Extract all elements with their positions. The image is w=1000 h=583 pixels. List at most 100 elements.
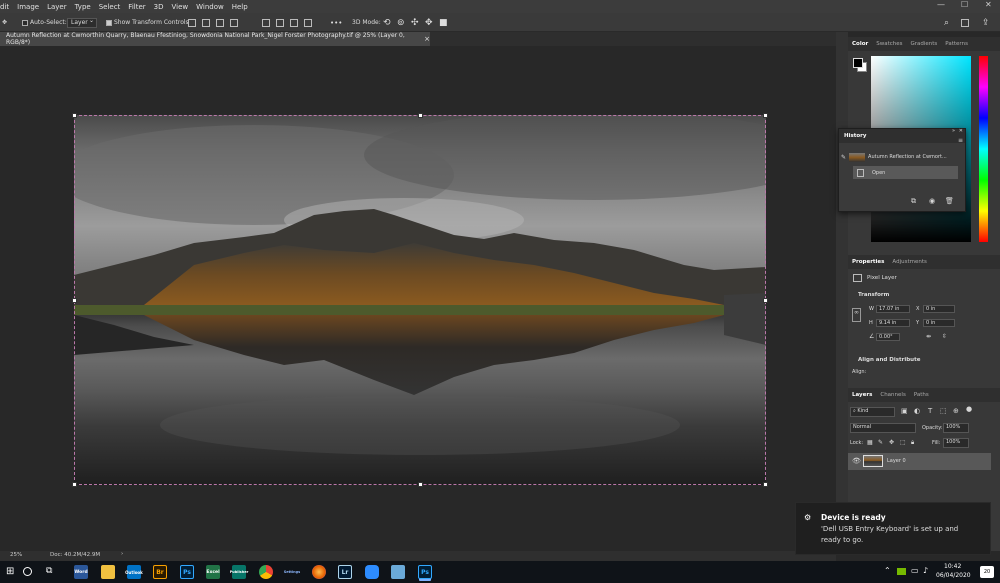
width-field[interactable]: 17.07 in xyxy=(876,305,910,313)
x-field[interactable]: 0 in xyxy=(923,305,955,313)
y-field[interactable]: 0 in xyxy=(923,319,955,327)
menu-image[interactable]: Image xyxy=(13,3,43,11)
tray-app-icon[interactable] xyxy=(897,568,906,575)
lightroom-icon[interactable]: Lr xyxy=(338,565,352,579)
menu-type[interactable]: Type xyxy=(71,3,95,11)
outlook-icon[interactable]: Outlook xyxy=(125,565,143,579)
minimize-icon[interactable]: — xyxy=(933,0,949,9)
document-tab-close-icon[interactable]: × xyxy=(424,35,430,43)
zoom-level[interactable]: 25% xyxy=(10,552,22,558)
bridge-icon[interactable]: Br xyxy=(153,565,167,579)
hue-slider[interactable] xyxy=(979,56,988,242)
distribute-4-icon[interactable] xyxy=(304,17,312,28)
tray-chevron-icon[interactable]: ⌃ xyxy=(884,566,891,575)
tab-layers[interactable]: Layers xyxy=(848,392,876,398)
tab-patterns[interactable]: Patterns xyxy=(941,41,972,47)
3d-camera-icon[interactable]: ■ xyxy=(439,17,448,28)
tab-adjustments[interactable]: Adjustments xyxy=(888,259,930,265)
file-explorer-icon[interactable] xyxy=(101,565,115,579)
excel-icon[interactable]: Excel xyxy=(206,565,220,579)
3d-roll-icon[interactable]: ⊚ xyxy=(397,17,405,28)
tab-channels[interactable]: Channels xyxy=(876,392,909,398)
maximize-icon[interactable]: ☐ xyxy=(957,0,972,9)
cortana-search-icon[interactable] xyxy=(23,567,32,576)
history-menu-icon[interactable]: ≡ xyxy=(958,137,963,144)
angle-field[interactable]: 0.00° xyxy=(876,333,900,341)
publisher-icon[interactable]: Publisher xyxy=(230,565,248,579)
menu-edit[interactable]: dit xyxy=(0,3,13,11)
status-arrow-icon[interactable]: › xyxy=(121,551,123,557)
distribute-icon[interactable] xyxy=(262,17,270,28)
visibility-eye-icon[interactable]: 👁︎ xyxy=(852,457,861,465)
tab-color[interactable]: Color xyxy=(848,41,872,47)
3d-pan-icon[interactable]: ✣ xyxy=(411,17,419,28)
notifications-icon[interactable]: 20 xyxy=(980,566,994,578)
transform-controls-toggle[interactable]: Show Transform Controls xyxy=(106,17,189,28)
lock-transparent-icon[interactable]: ▦ xyxy=(867,439,873,446)
filter-toggle-icon[interactable]: ● xyxy=(966,405,972,413)
lock-artboard-icon[interactable]: ⬚ xyxy=(900,439,906,446)
history-snapshot-camera-icon[interactable]: ◉ xyxy=(929,197,935,205)
align-left-icon[interactable] xyxy=(188,17,196,28)
share-icon[interactable]: ⇪ xyxy=(982,17,990,28)
chrome-icon[interactable] xyxy=(259,565,273,579)
transform-handle-tc[interactable] xyxy=(418,113,423,118)
history-snapshot[interactable]: ✎ Autumn Reflection at Cwmort... xyxy=(841,151,961,163)
close-icon[interactable]: ✕ xyxy=(981,0,996,9)
foreground-color-swatch[interactable] xyxy=(853,58,863,68)
menu-window[interactable]: Window xyxy=(192,3,228,11)
align-right-icon[interactable] xyxy=(216,17,224,28)
align-distribute-title[interactable]: Align and Distribute xyxy=(858,357,920,363)
device-ready-notification[interactable]: ⚙ Device is ready 'Dell USB Entry Keyboa… xyxy=(795,502,991,555)
transform-handle-mr[interactable] xyxy=(763,298,768,303)
filter-type-icon[interactable]: T xyxy=(928,407,932,415)
menu-layer[interactable]: Layer xyxy=(43,3,71,11)
transform-handle-bl[interactable] xyxy=(72,482,77,487)
distribute-2-icon[interactable] xyxy=(276,17,284,28)
clock-time[interactable]: 10:42 xyxy=(944,563,961,570)
lock-move-icon[interactable]: ✥ xyxy=(889,439,894,446)
fill-field[interactable]: 100% xyxy=(943,438,969,448)
zoom-icon[interactable] xyxy=(365,565,379,579)
photoshop-icon[interactable]: Ps xyxy=(180,565,194,579)
filter-smart-icon[interactable]: ⊕ xyxy=(953,407,959,415)
filter-shape-icon[interactable]: ⬚ xyxy=(940,407,947,415)
3d-slide-icon[interactable]: ✥ xyxy=(425,17,433,28)
transform-section-title[interactable]: Transform xyxy=(858,292,889,298)
3d-orbit-icon[interactable]: ⟲ xyxy=(383,17,391,28)
transform-handle-br[interactable] xyxy=(763,482,768,487)
network-icon[interactable]: ▭ xyxy=(911,566,919,575)
transform-controls-checkbox[interactable] xyxy=(106,19,112,26)
opacity-field[interactable]: 100% xyxy=(943,423,969,433)
settings-app-icon[interactable]: Settings xyxy=(284,565,301,579)
menu-3d[interactable]: 3D xyxy=(150,3,168,11)
clock-date[interactable]: 06/04/2020 xyxy=(936,572,971,579)
photoshop-active-icon[interactable]: Ps xyxy=(418,565,432,579)
menu-filter[interactable]: Filter xyxy=(124,3,149,11)
auto-select-toggle[interactable]: Auto-Select: xyxy=(22,17,67,28)
tab-swatches[interactable]: Swatches xyxy=(872,41,906,47)
history-step[interactable]: Open xyxy=(853,166,958,179)
volume-icon[interactable]: ♪ xyxy=(923,566,928,575)
workspace-icon[interactable] xyxy=(961,17,969,28)
transform-handle-bc[interactable] xyxy=(418,482,423,487)
auto-select-checkbox[interactable] xyxy=(22,19,28,26)
app-icon[interactable] xyxy=(391,565,405,579)
history-close-icon[interactable]: ✕ xyxy=(959,128,963,134)
start-windows-icon[interactable]: ⊞ xyxy=(6,566,14,577)
layer-filter-dropdown[interactable]: ⌕ Kind xyxy=(850,407,895,417)
distribute-3-icon[interactable] xyxy=(290,17,298,28)
blend-mode-dropdown[interactable]: Normal xyxy=(850,423,916,433)
document-tab[interactable]: Autumn Reflection at Cwmorthin Quarry, B… xyxy=(0,32,430,46)
filter-pixel-icon[interactable]: ▣ xyxy=(901,407,908,415)
lock-all-icon[interactable]: 🔒︎ xyxy=(911,439,914,447)
flip-horizontal-icon[interactable]: ⇹ xyxy=(926,333,931,340)
history-trash-icon[interactable]: 🗑︎ xyxy=(945,197,954,205)
flip-vertical-icon[interactable]: ⇳ xyxy=(942,333,947,340)
align-center-icon[interactable] xyxy=(202,17,210,28)
history-new-document-icon[interactable]: ⧉ xyxy=(911,197,916,206)
transform-handle-ml[interactable] xyxy=(72,298,77,303)
menu-select[interactable]: Select xyxy=(95,3,125,11)
height-field[interactable]: 9.14 in xyxy=(876,319,910,327)
search-icon[interactable]: ⌕ xyxy=(944,17,949,28)
